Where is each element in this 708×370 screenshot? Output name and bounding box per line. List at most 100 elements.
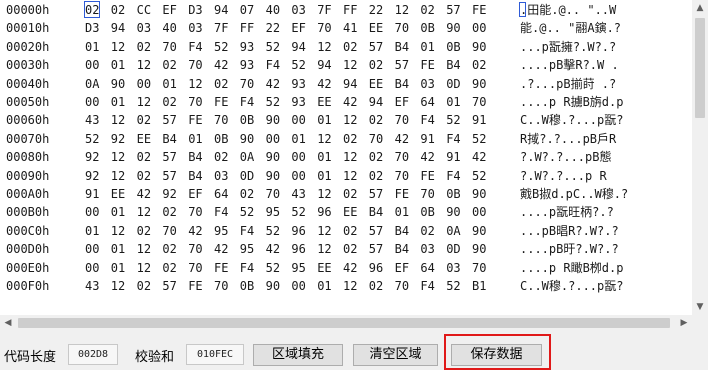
- hex-byte[interactable]: B4: [395, 75, 413, 93]
- hex-byte[interactable]: 12: [395, 1, 413, 19]
- hex-byte[interactable]: 70: [188, 259, 206, 277]
- hex-byte[interactable]: 02: [343, 222, 361, 240]
- hex-byte[interactable]: 42: [214, 56, 232, 74]
- horizontal-scroll-thumb[interactable]: [18, 318, 670, 328]
- hex-byte[interactable]: 92: [162, 185, 180, 203]
- hex-byte[interactable]: EE: [137, 130, 155, 148]
- hex-byte[interactable]: 01: [317, 167, 335, 185]
- hex-byte[interactable]: 02: [162, 93, 180, 111]
- hex-byte[interactable]: 90: [472, 222, 490, 240]
- hex-byte[interactable]: EE: [369, 75, 387, 93]
- hex-byte[interactable]: 03: [137, 19, 155, 37]
- hex-byte[interactable]: 02: [343, 240, 361, 258]
- hex-byte[interactable]: 12: [111, 148, 129, 166]
- hex-byte[interactable]: FE: [188, 277, 206, 295]
- hex-byte[interactable]: 93: [240, 38, 258, 56]
- hex-byte[interactable]: 93: [291, 75, 309, 93]
- ascii-text[interactable]: ...p翫擁?.W?.?: [520, 38, 690, 56]
- hex-byte[interactable]: 07: [240, 1, 258, 19]
- hex-byte[interactable]: 02: [137, 148, 155, 166]
- hex-byte[interactable]: 02: [343, 130, 361, 148]
- hex-byte[interactable]: 7F: [214, 19, 232, 37]
- hex-byte[interactable]: 03: [446, 259, 464, 277]
- hex-byte[interactable]: 0D: [446, 75, 464, 93]
- hex-byte[interactable]: 02: [111, 1, 129, 19]
- hex-byte[interactable]: F4: [240, 222, 258, 240]
- hex-byte[interactable]: 02: [214, 75, 232, 93]
- hex-byte[interactable]: 03: [420, 240, 438, 258]
- hex-byte[interactable]: 96: [291, 222, 309, 240]
- hex-byte[interactable]: FE: [188, 111, 206, 129]
- scroll-down-icon[interactable]: ▼: [692, 299, 708, 315]
- ascii-text[interactable]: C..W穆.?...p翫?: [520, 277, 690, 295]
- hex-byte[interactable]: 0B: [446, 185, 464, 203]
- hex-byte[interactable]: 57: [369, 38, 387, 56]
- hex-byte[interactable]: 52: [214, 38, 232, 56]
- hex-byte[interactable]: 00: [291, 111, 309, 129]
- hex-byte[interactable]: FE: [395, 185, 413, 203]
- hex-byte[interactable]: B4: [188, 148, 206, 166]
- hex-byte[interactable]: 01: [395, 203, 413, 221]
- hex-byte[interactable]: 96: [369, 259, 387, 277]
- hex-byte[interactable]: 02: [162, 240, 180, 258]
- hex-byte[interactable]: 12: [188, 75, 206, 93]
- hex-byte[interactable]: 95: [214, 222, 232, 240]
- hex-byte[interactable]: FF: [240, 19, 258, 37]
- hex-byte[interactable]: 00: [291, 277, 309, 295]
- hex-byte[interactable]: 70: [162, 222, 180, 240]
- hex-byte[interactable]: B4: [395, 222, 413, 240]
- hex-byte[interactable]: 01: [420, 38, 438, 56]
- hex-byte[interactable]: 42: [266, 75, 284, 93]
- hex-byte[interactable]: 57: [446, 1, 464, 19]
- hex-byte[interactable]: F4: [214, 203, 232, 221]
- hex-byte[interactable]: FE: [214, 259, 232, 277]
- hex-byte[interactable]: 70: [188, 240, 206, 258]
- hex-byte[interactable]: 02: [420, 1, 438, 19]
- hex-byte[interactable]: 01: [111, 259, 129, 277]
- hex-byte[interactable]: 90: [472, 240, 490, 258]
- hex-byte[interactable]: 0A: [85, 75, 103, 93]
- hex-byte[interactable]: 91: [420, 130, 438, 148]
- hex-byte[interactable]: 00: [472, 203, 490, 221]
- hex-byte[interactable]: 42: [266, 240, 284, 258]
- hex-byte[interactable]: 02: [137, 111, 155, 129]
- vertical-scroll-thumb[interactable]: [695, 18, 705, 118]
- hex-byte[interactable]: F4: [188, 38, 206, 56]
- hex-byte[interactable]: FE: [420, 56, 438, 74]
- hex-byte[interactable]: F4: [240, 93, 258, 111]
- hex-byte[interactable]: 43: [291, 185, 309, 203]
- hex-byte[interactable]: 42: [317, 75, 335, 93]
- hex-byte[interactable]: 12: [343, 111, 361, 129]
- hex-byte[interactable]: 12: [137, 259, 155, 277]
- hex-byte[interactable]: EE: [369, 19, 387, 37]
- hex-byte[interactable]: 00: [85, 93, 103, 111]
- hex-byte[interactable]: 90: [266, 277, 284, 295]
- hex-byte[interactable]: 02: [369, 111, 387, 129]
- hex-byte[interactable]: FF: [343, 1, 361, 19]
- hex-byte[interactable]: 00: [472, 19, 490, 37]
- hex-byte[interactable]: 00: [291, 167, 309, 185]
- hex-byte[interactable]: B4: [369, 203, 387, 221]
- hex-byte[interactable]: 00: [85, 240, 103, 258]
- hex-byte[interactable]: 01: [317, 148, 335, 166]
- hex-byte[interactable]: 43: [85, 277, 103, 295]
- ascii-text[interactable]: .田能.@.. "..W: [520, 1, 690, 19]
- hex-byte[interactable]: 42: [420, 148, 438, 166]
- hex-byte[interactable]: 00: [85, 259, 103, 277]
- hex-byte[interactable]: FE: [472, 1, 490, 19]
- hex-byte[interactable]: 02: [369, 148, 387, 166]
- hex-byte[interactable]: 03: [214, 167, 232, 185]
- ascii-text[interactable]: C..W穆.?...p翫?: [520, 111, 690, 129]
- fill-region-button[interactable]: 区域填充: [253, 344, 343, 366]
- hex-byte[interactable]: 64: [420, 93, 438, 111]
- hex-byte[interactable]: CC: [137, 1, 155, 19]
- hex-byte[interactable]: 57: [162, 167, 180, 185]
- hex-byte[interactable]: 01: [111, 203, 129, 221]
- scroll-right-icon[interactable]: ▶: [676, 315, 692, 331]
- hex-byte[interactable]: 64: [420, 259, 438, 277]
- hex-byte[interactable]: 90: [472, 185, 490, 203]
- hex-byte[interactable]: F4: [420, 277, 438, 295]
- hex-byte[interactable]: 00: [85, 203, 103, 221]
- hex-byte[interactable]: 12: [111, 277, 129, 295]
- hex-byte[interactable]: 42: [343, 259, 361, 277]
